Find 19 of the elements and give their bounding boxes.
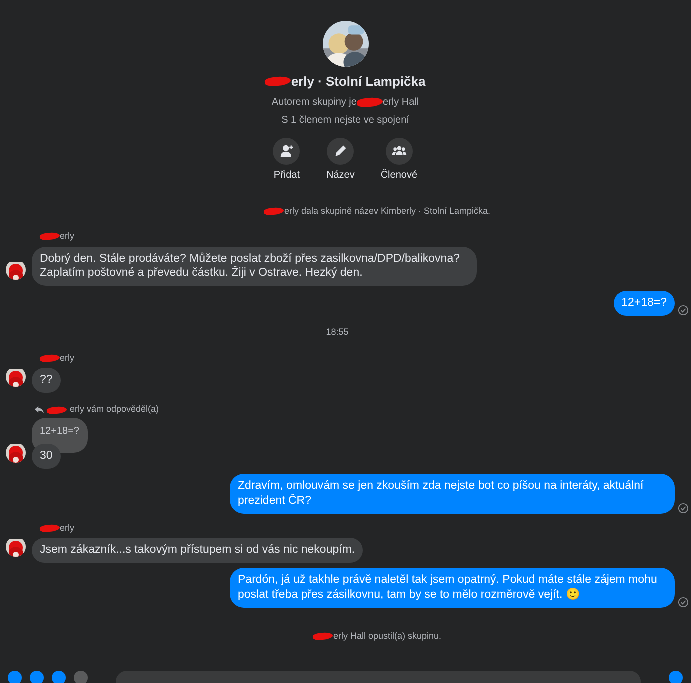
timestamp: 18:55 xyxy=(325,326,350,340)
sender-name: erly xyxy=(60,522,75,535)
reply-label: erly vám odpověděl(a) xyxy=(70,403,160,416)
author-text: Autorem skupiny je xyxy=(272,96,357,110)
message-bubble: Pardón, já už takhle právě naletěl tak jsem opatrný. Pokud máte stále zájem mohu poslat třeba přes zásilkovnu, tam by se to mělo rozměrově vejít. 🙂 xyxy=(230,568,675,608)
message-bubble: 30 xyxy=(32,444,61,469)
author-text: erly Hall xyxy=(382,96,420,110)
message-bubble: Zdravím, omlouvám se jen zkouším zda nejste bot co píšou na interáty, aktuální prezident ČR? xyxy=(230,474,675,514)
members-button[interactable]: Členové xyxy=(380,138,418,182)
system-message: erly dala skupině název Kimberly · Stolní Lampička. xyxy=(284,204,491,218)
message-bubble: Dobrý den. Stále prodáváte? Můžete poslat zboží přes zasilkovna/DPD/balikovna? Zaplatím poštovné a převedu částku. Žiji v Ostrave. Hezký den. xyxy=(32,246,477,286)
message-bubble: 12+18=? xyxy=(614,291,675,316)
connection-text: S 1 členem nejste ve spojení xyxy=(282,114,410,128)
group-title: erly · Stolní Lampička xyxy=(291,73,426,91)
sender-name: erly xyxy=(60,230,75,243)
message-bubble: ?? xyxy=(32,368,61,394)
sender-name: erly xyxy=(60,352,75,365)
message-bubble: Jsem zákazník...s takovým přístupem si od vás nic nekoupím. xyxy=(32,538,364,563)
system-message: erly Hall opustil(a) skupinu. xyxy=(333,630,442,643)
